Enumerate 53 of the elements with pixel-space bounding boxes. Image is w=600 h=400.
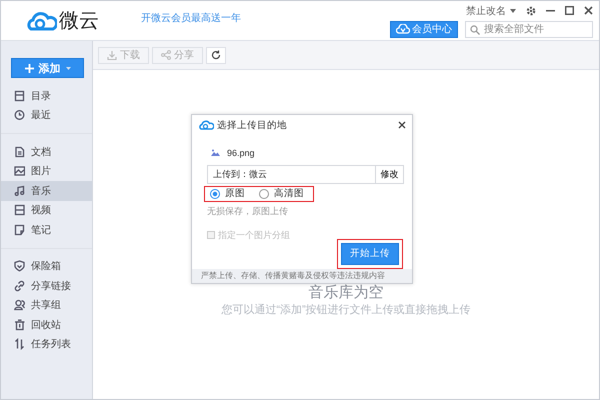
- close-icon: [584, 6, 593, 15]
- search-field[interactable]: 搜索全部文件: [465, 20, 593, 38]
- sidebar-item[interactable]: 共享组: [1, 296, 92, 315]
- radio-button[interactable]: [210, 188, 220, 199]
- radio-option[interactable]: 原图: [210, 187, 245, 200]
- plus-icon: [24, 64, 34, 72]
- sidebar-item[interactable]: 视频: [1, 200, 92, 220]
- cloud-logo-icon: [198, 119, 214, 132]
- link-icon: [14, 280, 25, 292]
- users-icon: [14, 299, 25, 312]
- dialog-title: 选择上传目的地: [217, 118, 287, 132]
- cloud-v-icon: [396, 24, 410, 34]
- document-icon: [14, 146, 25, 158]
- sidebar-item[interactable]: 图片: [1, 162, 92, 181]
- destination-field[interactable]: 上传到：微云 修改: [207, 164, 404, 184]
- caret-icon: [510, 8, 516, 12]
- shield-icon: [14, 260, 25, 272]
- trash-icon: [14, 318, 25, 331]
- empty-title: 音乐库为空: [308, 284, 384, 302]
- file-name: 96.png: [227, 148, 255, 158]
- sidebar-item[interactable]: 音乐: [1, 181, 92, 200]
- clock-icon: [14, 109, 25, 122]
- search-icon: [470, 24, 480, 34]
- music-note-icon: [14, 184, 25, 197]
- image-file-icon: [211, 149, 220, 156]
- empty-hint: 您可以通过“添加”按钮进行文件上传或直接拖拽上传: [221, 302, 471, 317]
- quality-hint: 无损保存，原图上传: [207, 204, 289, 218]
- sidebar-item[interactable]: 分享链接: [1, 276, 92, 296]
- refresh-button[interactable]: [206, 46, 226, 64]
- radio-button[interactable]: [259, 188, 269, 199]
- folder-list-icon: [14, 90, 25, 102]
- share-nodes-icon: [161, 50, 171, 60]
- sidebar-item[interactable]: 任务列表: [1, 334, 92, 354]
- download-icon: [107, 50, 117, 60]
- video-icon: [14, 204, 25, 216]
- settings-icon: [526, 6, 536, 16]
- sidebar-item[interactable]: 保险箱: [1, 256, 92, 276]
- sidebar-item[interactable]: 目录: [1, 86, 92, 106]
- sort-arrows-icon: [14, 338, 25, 350]
- sidebar-item[interactable]: 文档: [1, 142, 92, 162]
- refresh-icon: [211, 50, 221, 60]
- maximize-icon: [565, 6, 574, 15]
- sidebar-item[interactable]: 回收站: [1, 315, 92, 334]
- caret-icon: [66, 66, 70, 70]
- sidebar-item[interactable]: 最近: [1, 106, 92, 125]
- image-icon: [14, 165, 25, 178]
- app-name: 微云: [59, 9, 99, 34]
- sidebar-item[interactable]: 笔记: [1, 220, 92, 240]
- radio-option[interactable]: 高清图: [259, 187, 304, 200]
- close-icon: [398, 121, 406, 130]
- dialog-footer: 严禁上传、存储、传播黄赌毒及侵权等违法违规内容: [192, 268, 412, 283]
- note-icon: [14, 224, 25, 236]
- account-menu[interactable]: 禁止改名: [466, 4, 506, 18]
